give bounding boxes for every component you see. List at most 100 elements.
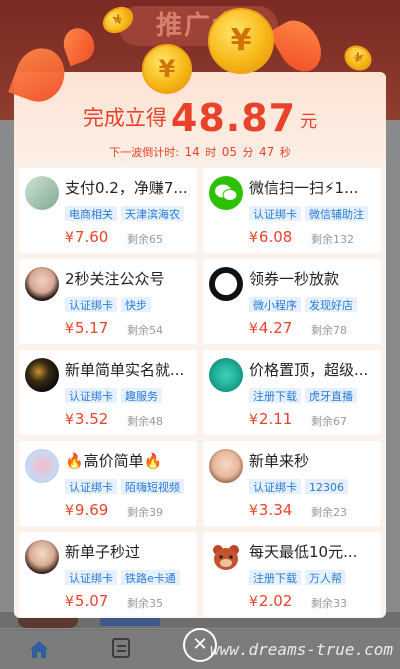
wechat-icon [215, 184, 238, 201]
coin-icon: ¥ [208, 8, 274, 74]
currency-symbol: ¥ [65, 503, 74, 519]
task-remaining: 剩余54 [127, 324, 163, 337]
task-tag: 认证绑卡 [249, 479, 301, 494]
price-value: 4.27 [258, 319, 293, 337]
task-tags: 微小程序 发现好店 [249, 294, 379, 312]
task-tags: 认证绑卡 快步 [65, 294, 195, 312]
dark-avatar [25, 358, 59, 392]
task-card[interactable]: 支付0.2，净赚7... 电商相关 天津滨海农 ¥7.60 剩余65 [19, 168, 197, 253]
reward-unit: 元 [300, 112, 318, 132]
child-avatar [209, 449, 243, 483]
task-price: ¥3.34 [249, 501, 292, 519]
task-card[interactable]: 🔥高价简单🔥 认证绑卡 陌嗨短视频 ¥9.69 剩余39 [19, 441, 197, 526]
task-remaining: 剩余33 [311, 597, 347, 610]
price-value: 5.07 [74, 592, 109, 610]
task-tag: 认证绑卡 [65, 479, 117, 494]
task-price: ¥7.60 [65, 228, 108, 246]
list-icon[interactable] [112, 638, 130, 658]
task-card[interactable]: 2秒关注公众号 认证绑卡 快步 ¥5.17 剩余54 [19, 259, 197, 344]
task-tag: 虎牙直播 [305, 388, 357, 403]
task-reward-modal: 完成立得 48.87 元 下一波倒计时: 14 时 05 分 47 秒 支付0.2，… [14, 72, 386, 618]
task-remaining: 剩余78 [311, 324, 347, 337]
task-tag: 快步 [121, 297, 151, 312]
currency-symbol: ¥ [249, 412, 258, 428]
task-tag: 趣服务 [121, 388, 162, 403]
price-value: 3.52 [74, 410, 109, 428]
task-title: 🔥高价简单🔥 [65, 452, 163, 470]
task-remaining: 剩余48 [127, 415, 163, 428]
task-remaining: 剩余67 [311, 415, 347, 428]
task-card[interactable]: 新单子秒过 认证绑卡 铁路e卡通 ¥5.07 剩余35 [19, 532, 197, 617]
heart-avatar [25, 449, 59, 483]
task-price: ¥6.08 [249, 228, 292, 246]
task-price: ¥2.02 [249, 592, 292, 610]
task-tags: 认证绑卡 微信辅助注 [249, 203, 379, 221]
price-value: 2.02 [258, 592, 293, 610]
currency-symbol: ¥ [249, 230, 258, 246]
currency-symbol: ¥ [65, 412, 74, 428]
currency-symbol: ¥ [65, 321, 74, 337]
countdown-hours: 14 [184, 145, 200, 159]
task-card[interactable]: 新单来秒 认证绑卡 12306 ¥3.34 剩余23 [203, 441, 381, 526]
task-card[interactable]: 新单简单实名就... 认证绑卡 趣服务 ¥3.52 剩余48 [19, 350, 197, 435]
task-tags: 注册下载 虎牙直播 [249, 385, 379, 403]
price-value: 9.69 [74, 501, 109, 519]
task-price: ¥5.07 [65, 592, 108, 610]
task-price: ¥2.11 [249, 410, 292, 428]
home-icon[interactable] [28, 638, 50, 660]
task-card[interactable]: 领券一秒放款 微小程序 发现好店 ¥4.27 剩余78 [203, 259, 381, 344]
currency-symbol: ¥ [65, 230, 74, 246]
task-tag: 注册下载 [249, 570, 301, 585]
task-price: ¥9.69 [65, 501, 108, 519]
reward-amount: 48.87 [170, 96, 297, 140]
price-value: 5.17 [74, 319, 109, 337]
task-title: 每天最低10元... [249, 543, 358, 561]
task-tag: 12306 [305, 479, 348, 494]
task-remaining: 剩余23 [311, 506, 347, 519]
task-price: ¥5.17 [65, 319, 108, 337]
task-title: 价格置顶，超级... [249, 361, 369, 379]
countdown-timer: 下一波倒计时: 14 时 05 分 47 秒 [14, 144, 386, 160]
task-title: 新单来秒 [249, 452, 310, 470]
task-remaining: 剩余132 [311, 233, 354, 246]
countdown-seconds: 47 [259, 145, 275, 159]
task-tags: 认证绑卡 铁路e卡通 [65, 567, 195, 585]
reward-prefix: 完成立得 [82, 106, 167, 130]
countdown-minutes: 05 [221, 145, 237, 159]
task-tags: 认证绑卡 陌嗨短视频 [65, 476, 195, 494]
task-title: 支付0.2，净赚7... [65, 179, 188, 197]
teal-avatar [209, 358, 243, 392]
task-tag: 电商相关 [65, 206, 117, 221]
woman-avatar [25, 540, 59, 574]
task-tag: 天津滨海农 [121, 206, 184, 221]
currency-symbol: ¥ [65, 594, 74, 610]
task-remaining: 剩余35 [127, 597, 163, 610]
task-title: 新单简单实名就... [65, 361, 185, 379]
task-title: 微信扫一扫⚡1... [249, 179, 359, 197]
task-card[interactable]: 微信扫一扫⚡1... 认证绑卡 微信辅助注 ¥6.08 剩余132 [203, 168, 381, 253]
task-tag: 认证绑卡 [65, 297, 117, 312]
watermark: www.dreams-true.com [210, 640, 394, 659]
price-value: 7.60 [74, 228, 109, 246]
scenery-avatar [25, 176, 59, 210]
task-tag: 铁路e卡通 [121, 570, 180, 585]
wechat-avatar [209, 176, 243, 210]
bear-avatar [209, 540, 243, 574]
task-card[interactable]: 价格置顶，超级... 注册下载 虎牙直播 ¥2.11 剩余67 [203, 350, 381, 435]
countdown-seconds-unit: 秒 [279, 146, 291, 159]
price-value: 3.34 [258, 501, 293, 519]
task-tags: 注册下载 万人帮 [249, 567, 379, 585]
task-title: 领券一秒放款 [249, 270, 340, 288]
task-tag: 陌嗨短视频 [121, 479, 184, 494]
currency-symbol: ¥ [249, 503, 258, 519]
task-card[interactable]: 每天最低10元... 注册下载 万人帮 ¥2.02 剩余33 [203, 532, 381, 617]
task-tags: 认证绑卡 趣服务 [65, 385, 195, 403]
task-tag: 微小程序 [249, 297, 301, 312]
currency-symbol: ¥ [249, 594, 258, 610]
coin-icon: ¥ [142, 44, 192, 94]
price-value: 6.08 [258, 228, 293, 246]
price-value: 2.11 [258, 410, 293, 428]
task-tags: 电商相关 天津滨海农 [65, 203, 195, 221]
countdown-minutes-unit: 分 [242, 146, 254, 159]
countdown-hours-unit: 时 [205, 146, 217, 159]
